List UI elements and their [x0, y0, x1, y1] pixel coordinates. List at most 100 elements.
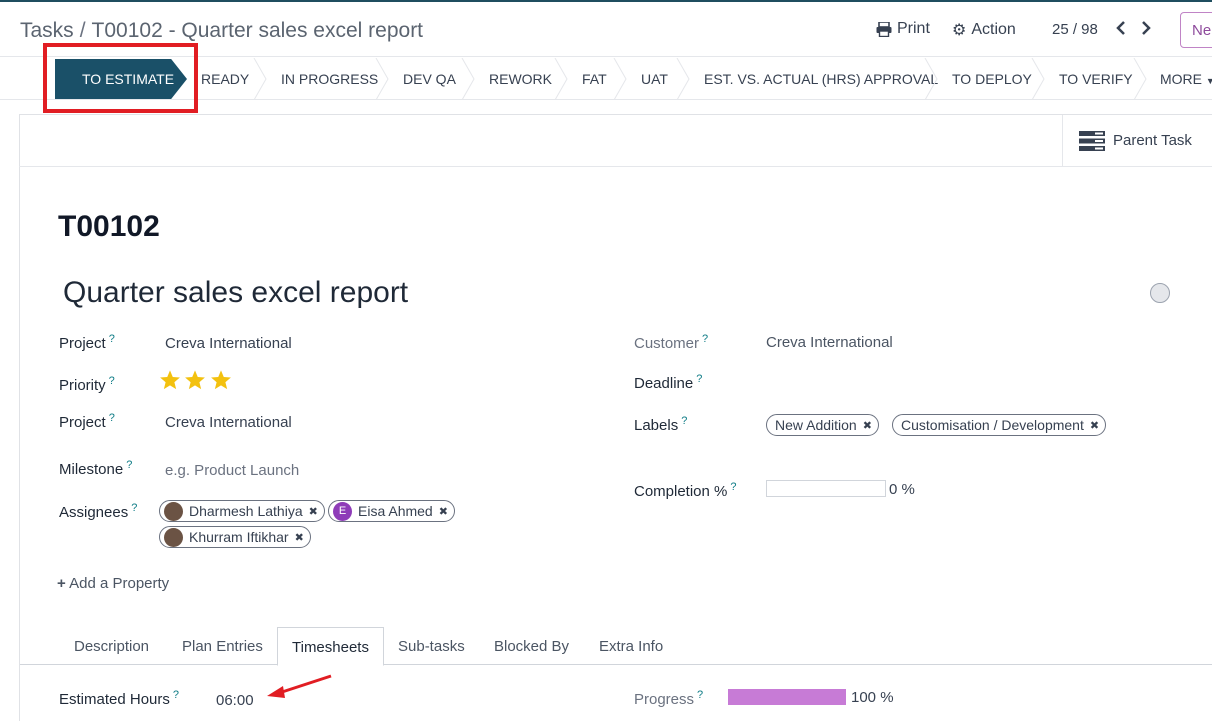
stage-in-progress[interactable]: IN PROGRESS — [281, 58, 378, 100]
help-tooltip-icon[interactable]: ? — [702, 333, 708, 345]
caret-down-icon: ▼ — [1205, 76, 1212, 86]
help-tooltip-icon[interactable]: ? — [126, 459, 132, 471]
new-button[interactable]: Ne — [1180, 12, 1212, 48]
breadcrumb: Tasks / T00102 - Quarter sales excel rep… — [20, 19, 423, 43]
completion-progress-bar — [766, 480, 886, 497]
stage-more-dropdown[interactable]: MORE ▼ — [1160, 58, 1212, 100]
help-tooltip-icon[interactable]: ? — [696, 373, 702, 385]
assignee-tag[interactable]: Khurram Iftikhar ✖ — [159, 526, 311, 548]
milestone-input[interactable]: e.g. Product Launch — [165, 462, 299, 479]
help-tooltip-icon[interactable]: ? — [109, 333, 115, 345]
print-label: Print — [897, 20, 930, 37]
stage-dev-qa[interactable]: DEV QA — [403, 58, 456, 100]
help-tooltip-icon[interactable]: ? — [697, 689, 703, 701]
project-value[interactable]: Creva International — [165, 335, 292, 352]
stage-separator — [253, 58, 267, 100]
pager-value[interactable]: 25 / 98 — [1052, 21, 1098, 38]
tab-plan-entries[interactable]: Plan Entries — [182, 627, 263, 665]
milestone-label: Milestone? — [59, 459, 133, 478]
breadcrumb-current: T00102 - Quarter sales excel report — [91, 19, 424, 42]
tab-timesheets[interactable]: Timesheets — [277, 627, 384, 666]
tab-sub-tasks[interactable]: Sub-tasks — [398, 627, 465, 665]
tab-description[interactable]: Description — [74, 627, 149, 665]
stage-est-vs-actual-approval[interactable]: EST. VS. ACTUAL (HRS) APPROVAL — [704, 58, 938, 100]
parent-task-button[interactable]: Parent Task — [1062, 115, 1212, 166]
action-button[interactable]: ⚙ Action — [952, 20, 1016, 40]
help-tooltip-icon[interactable]: ? — [109, 412, 115, 424]
add-property-button[interactable]: + Add a Property — [57, 575, 169, 592]
deadline-label: Deadline? — [634, 373, 703, 392]
stage-separator — [924, 58, 938, 100]
stage-more-label: MORE — [1160, 71, 1202, 87]
project-value-2[interactable]: Creva International — [165, 414, 292, 431]
stage-separator — [1133, 58, 1147, 100]
tab-blocked-by[interactable]: Blocked By — [494, 627, 569, 665]
estimated-hours-value[interactable]: 06:00 — [216, 692, 254, 709]
stage-to-deploy[interactable]: TO DEPLOY — [952, 58, 1032, 100]
kanban-state-indicator[interactable] — [1150, 283, 1170, 303]
customer-value[interactable]: Creva International — [766, 334, 893, 351]
progress-label: Progress? — [634, 689, 704, 708]
stage-to-verify[interactable]: TO VERIFY — [1059, 58, 1133, 100]
project-label-2: Project? — [59, 412, 115, 431]
project-label: Project? — [59, 333, 115, 352]
priority-star-icon[interactable] — [210, 369, 232, 391]
remove-tag-icon[interactable]: ✖ — [309, 505, 318, 518]
stage-uat[interactable]: UAT — [641, 58, 668, 100]
assignee-name: Eisa Ahmed — [358, 503, 433, 519]
priority-label: Priority? — [59, 375, 115, 394]
label-tag[interactable]: New Addition ✖ — [766, 414, 879, 436]
parent-task-label: Parent Task — [1113, 132, 1192, 149]
remove-tag-icon[interactable]: ✖ — [295, 531, 304, 544]
remove-tag-icon[interactable]: ✖ — [1090, 419, 1099, 432]
priority-star-icon[interactable] — [159, 369, 181, 391]
estimated-hours-label: Estimated Hours? — [59, 689, 179, 708]
help-tooltip-icon[interactable]: ? — [681, 415, 687, 427]
add-property-label: Add a Property — [69, 575, 170, 592]
remove-tag-icon[interactable]: ✖ — [439, 505, 448, 518]
stage-separator — [375, 58, 389, 100]
help-tooltip-icon[interactable]: ? — [730, 481, 736, 493]
red-arrow-annotation — [267, 674, 332, 698]
printer-icon — [876, 21, 892, 37]
stage-separator — [554, 58, 568, 100]
assignee-name: Dharmesh Lathiya — [189, 503, 303, 519]
assignees-label: Assignees? — [59, 502, 138, 521]
help-tooltip-icon[interactable]: ? — [109, 375, 115, 387]
plus-icon: + — [57, 575, 66, 592]
stage-separator — [461, 58, 475, 100]
task-reference: T00102 — [58, 210, 160, 243]
breadcrumb-separator: / — [79, 19, 86, 42]
help-tooltip-icon[interactable]: ? — [131, 502, 137, 514]
label-tag-text: New Addition — [775, 417, 857, 433]
button-box-divider — [19, 166, 1212, 167]
help-tooltip-icon[interactable]: ? — [173, 689, 179, 701]
print-button[interactable]: Print — [876, 20, 930, 38]
pager-previous-icon[interactable] — [1116, 19, 1126, 40]
avatar: E — [333, 501, 352, 521]
pager-next-icon[interactable] — [1141, 19, 1151, 40]
stage-ready[interactable]: READY — [201, 58, 249, 100]
task-name-input[interactable]: Quarter sales excel report — [63, 276, 408, 310]
action-label: Action — [971, 21, 1016, 38]
progress-value: 100 % — [851, 689, 894, 706]
gear-icon: ⚙ — [952, 22, 967, 39]
priority-star-icon[interactable] — [184, 369, 206, 391]
customer-label: Customer? — [634, 333, 709, 352]
stage-separator — [1031, 58, 1045, 100]
highlight-annotation-box — [43, 43, 198, 113]
tab-extra-info[interactable]: Extra Info — [599, 627, 663, 665]
label-tag[interactable]: Customisation / Development ✖ — [892, 414, 1107, 436]
assignee-tag[interactable]: E Eisa Ahmed ✖ — [328, 500, 455, 522]
assignee-name: Khurram Iftikhar — [189, 529, 289, 545]
notebook-tabs: Description Plan Entries Timesheets Sub-… — [20, 627, 1212, 666]
breadcrumb-parent[interactable]: Tasks — [20, 19, 74, 43]
stage-separator — [613, 58, 627, 100]
assignee-tag[interactable]: Dharmesh Lathiya ✖ — [159, 500, 325, 522]
stage-separator — [676, 58, 690, 100]
remove-tag-icon[interactable]: ✖ — [863, 419, 872, 432]
timesheet-progress-bar — [728, 689, 846, 705]
stage-rework[interactable]: REWORK — [489, 58, 552, 100]
stage-fat[interactable]: FAT — [582, 58, 607, 100]
completion-value: 0 % — [889, 481, 915, 498]
